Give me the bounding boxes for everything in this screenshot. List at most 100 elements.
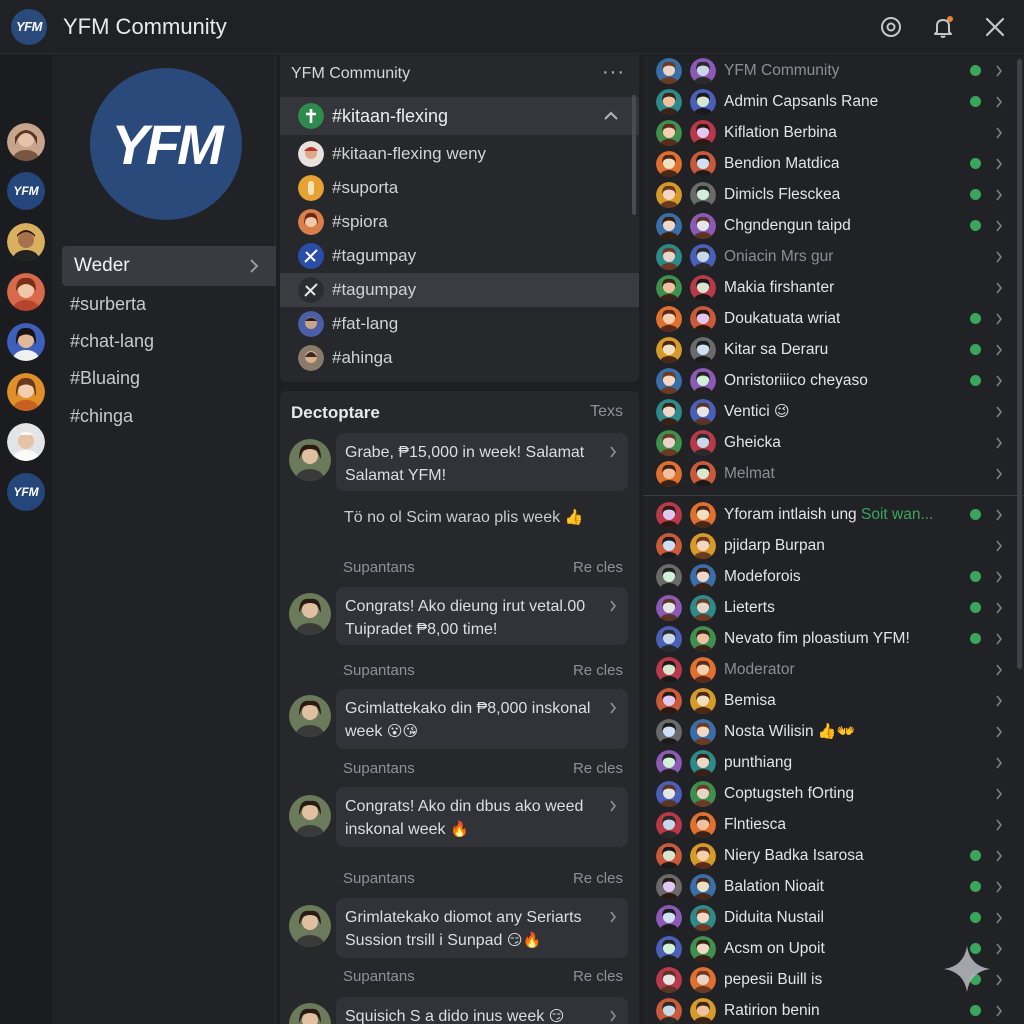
avatar[interactable]	[690, 150, 716, 177]
avatar[interactable]	[656, 243, 682, 270]
avatar[interactable]	[690, 460, 716, 487]
avatar[interactable]	[656, 811, 682, 838]
avatar[interactable]	[656, 429, 682, 456]
avatar[interactable]	[690, 997, 716, 1024]
avatar[interactable]	[289, 905, 331, 947]
chevron-right-icon[interactable]	[995, 570, 1003, 584]
avatar[interactable]	[656, 625, 682, 652]
sidebar-channel[interactable]: #chinga	[70, 406, 133, 427]
avatar[interactable]	[656, 966, 682, 993]
avatar[interactable]	[656, 780, 682, 807]
avatar[interactable]	[656, 460, 682, 487]
chevron-right-icon[interactable]	[995, 64, 1003, 78]
member-row[interactable]: Kiflation Berbina	[643, 117, 1013, 148]
avatar[interactable]	[690, 904, 716, 931]
avatar[interactable]	[656, 119, 682, 146]
member-row[interactable]: Lieterts	[643, 592, 1013, 623]
chevron-right-icon[interactable]	[995, 911, 1003, 925]
avatar[interactable]	[656, 305, 682, 332]
avatar[interactable]	[690, 966, 716, 993]
chevron-right-icon[interactable]	[995, 126, 1003, 140]
member-row[interactable]: Ventici 😉	[643, 396, 1013, 427]
avatar[interactable]	[656, 935, 682, 962]
member-row[interactable]: Admin Capsanls Rane	[643, 86, 1013, 117]
avatar[interactable]	[289, 1003, 331, 1024]
member-row[interactable]: pjidarp Burpan	[643, 530, 1013, 561]
avatar[interactable]	[690, 532, 716, 559]
chevron-right-icon[interactable]	[995, 942, 1003, 956]
chevron-right-icon[interactable]	[995, 787, 1003, 801]
avatar[interactable]	[656, 57, 682, 84]
avatar[interactable]	[690, 88, 716, 115]
member-row[interactable]: Balation Nioait	[643, 871, 1013, 902]
avatar[interactable]	[690, 367, 716, 394]
avatar[interactable]	[690, 305, 716, 332]
sidebar-channel[interactable]: #chat-lang	[70, 331, 154, 352]
reply-link[interactable]: Re cles	[573, 760, 623, 777]
chevron-right-icon[interactable]	[995, 374, 1003, 388]
chevron-right-icon[interactable]	[995, 219, 1003, 233]
channel-item[interactable]: #suporta	[280, 171, 639, 205]
avatar[interactable]	[690, 749, 716, 776]
avatar[interactable]	[656, 181, 682, 208]
member-row[interactable]: punthiang	[643, 747, 1013, 778]
chevron-right-icon[interactable]	[995, 157, 1003, 171]
member-row[interactable]: Moderator	[643, 654, 1013, 685]
avatar[interactable]	[656, 88, 682, 115]
chevron-right-icon[interactable]	[995, 250, 1003, 264]
avatar[interactable]	[690, 181, 716, 208]
avatar[interactable]	[690, 398, 716, 425]
chevron-right-icon[interactable]	[995, 281, 1003, 295]
avatar[interactable]	[656, 532, 682, 559]
member-row[interactable]: Nevato fim ploastium YFM!	[643, 623, 1013, 654]
server-avatar[interactable]	[7, 123, 45, 161]
channel-active[interactable]: #kitaan-flexing	[280, 97, 639, 135]
server-avatar[interactable]	[7, 423, 45, 461]
avatar[interactable]	[690, 656, 716, 683]
channel-item[interactable]: #ahinga	[280, 341, 639, 375]
chevron-right-icon[interactable]	[995, 694, 1003, 708]
avatar[interactable]	[656, 398, 682, 425]
sidebar-selected-item[interactable]: Weder	[62, 246, 276, 286]
bell-icon[interactable]	[928, 12, 958, 42]
member-row[interactable]: Nosta Wilisin 👍👐	[643, 716, 1013, 747]
reply-link[interactable]: Re cles	[573, 559, 623, 576]
member-row[interactable]: Gheicka	[643, 427, 1013, 458]
channel-item[interactable]: #spiora	[280, 205, 639, 239]
avatar[interactable]	[289, 593, 331, 635]
server-avatar[interactable]	[7, 323, 45, 361]
more-options-icon[interactable]: ···	[602, 61, 625, 84]
avatar[interactable]	[656, 594, 682, 621]
message-bubble[interactable]: Grabe, ₱15,000 in week! Salamat Salamat …	[336, 433, 628, 491]
avatar[interactable]	[289, 695, 331, 737]
member-row[interactable]: Ratirion benin	[643, 995, 1013, 1024]
chevron-up-icon[interactable]	[603, 111, 619, 121]
avatar[interactable]	[690, 429, 716, 456]
message-bubble[interactable]: Squisich S a dido inus week 😏	[336, 997, 628, 1024]
avatar[interactable]	[656, 150, 682, 177]
member-row[interactable]: Bemisa	[643, 685, 1013, 716]
avatar[interactable]	[289, 795, 331, 837]
avatar[interactable]	[690, 625, 716, 652]
member-row[interactable]: Modeforois	[643, 561, 1013, 592]
avatar[interactable]	[690, 274, 716, 301]
member-row[interactable]: Niery Badka Isarosa	[643, 840, 1013, 871]
message-bubble[interactable]: Congrats! Ako dieung irut vetal.00 Tuipr…	[336, 587, 628, 645]
avatar[interactable]	[289, 439, 331, 481]
channel-item[interactable]: #fat-lang	[280, 307, 639, 341]
chevron-right-icon[interactable]	[995, 436, 1003, 450]
avatar[interactable]	[656, 212, 682, 239]
avatar[interactable]	[656, 274, 682, 301]
chevron-right-icon[interactable]	[995, 973, 1003, 987]
avatar[interactable]	[656, 873, 682, 900]
member-row[interactable]: Flntiesca	[643, 809, 1013, 840]
member-row[interactable]: Chgndengun taipd	[643, 210, 1013, 241]
channel-item-highlighted[interactable]: #tagumpay	[280, 273, 639, 307]
member-row[interactable]: Kitar sa Deraru	[643, 334, 1013, 365]
avatar[interactable]	[690, 57, 716, 84]
member-row[interactable]: YFM Community	[643, 55, 1013, 86]
avatar[interactable]	[690, 243, 716, 270]
reply-link[interactable]: Re cles	[573, 662, 623, 679]
chevron-right-icon[interactable]	[995, 539, 1003, 553]
server-yfm-logo[interactable]: YFM	[7, 172, 45, 210]
